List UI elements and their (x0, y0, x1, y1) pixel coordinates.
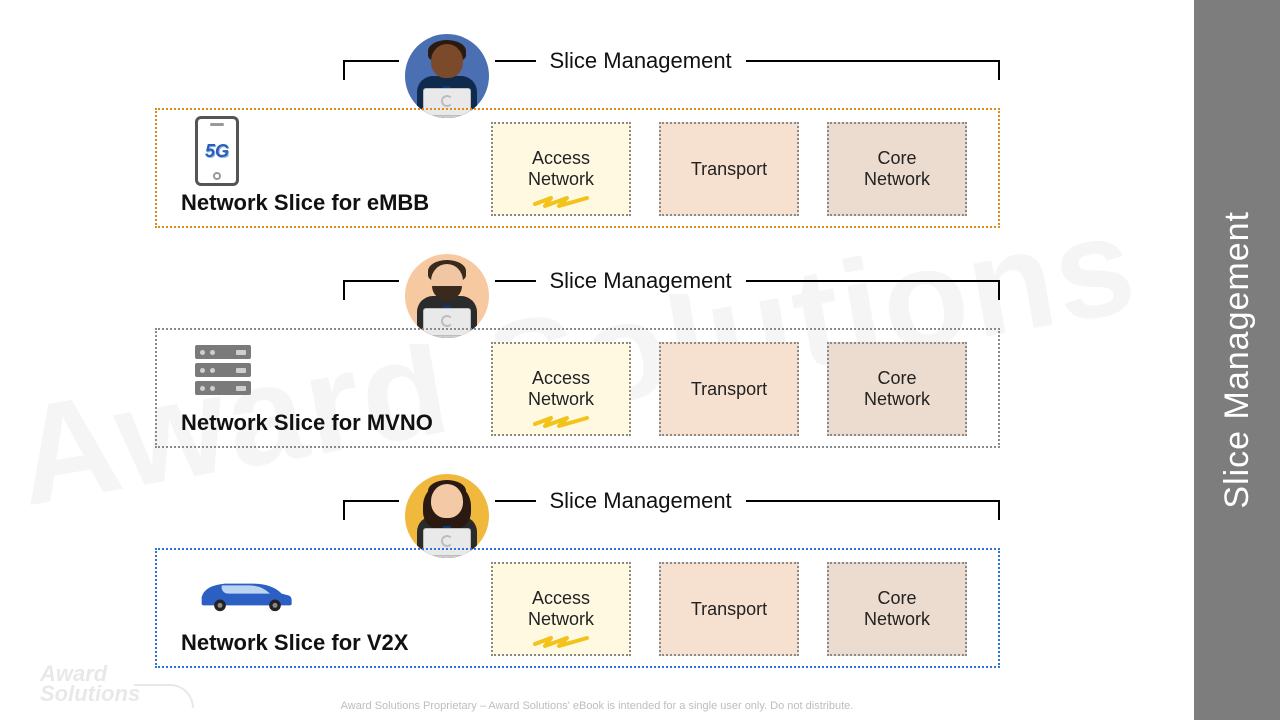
side-title-text: Slice Management (1218, 211, 1257, 509)
component-access: Access Network (491, 122, 631, 216)
slice-device-icon (177, 340, 487, 404)
component-access: Access Network (491, 342, 631, 436)
slice-label: Network Slice for MVNO (177, 404, 487, 438)
slice-device-icon: 5G (177, 118, 487, 184)
scribble-icon (533, 632, 589, 646)
scribble-icon (533, 412, 589, 426)
footer-disclaimer: Award Solutions Proprietary – Award Solu… (0, 700, 1194, 712)
management-bracket-label: Slice Management (535, 48, 745, 74)
slice-group-mvno: Slice Management Network Slice for MVNO … (155, 248, 1000, 458)
slice-components: Access Network Transport Core Network (487, 560, 984, 658)
side-title-bar: Slice Management (1194, 0, 1280, 720)
component-core: Core Network (827, 562, 967, 656)
management-bracket-label: Slice Management (535, 488, 745, 514)
scribble-icon (533, 192, 589, 206)
component-transport: Transport (659, 122, 799, 216)
server-rack-icon (195, 345, 251, 399)
component-core: Core Network (827, 122, 967, 216)
slice-box: 5G Network Slice for eMBB Access Network… (155, 108, 1000, 228)
slice-label: Network Slice for V2X (177, 624, 487, 658)
slice-box: Network Slice for MVNO Access Network Tr… (155, 328, 1000, 448)
component-transport: Transport (659, 342, 799, 436)
component-core: Core Network (827, 342, 967, 436)
component-transport: Transport (659, 562, 799, 656)
diagram-content: Slice Management 5G Network Slice for eM… (155, 28, 1000, 688)
component-access: Access Network (491, 562, 631, 656)
slice-group-embb: Slice Management 5G Network Slice for eM… (155, 28, 1000, 238)
slice-label: Network Slice for eMBB (177, 184, 487, 218)
slice-group-v2x: Slice Management Network Slice for V2X (155, 468, 1000, 678)
slice-components: Access Network Transport Core Network (487, 340, 984, 438)
slice-box: Network Slice for V2X Access Network Tra… (155, 548, 1000, 668)
car-icon (195, 572, 295, 612)
slice-components: Access Network Transport Core Network (487, 120, 984, 218)
phone-5g-icon: 5G (195, 116, 239, 186)
slice-device-icon (177, 560, 487, 624)
management-bracket-label: Slice Management (535, 268, 745, 294)
